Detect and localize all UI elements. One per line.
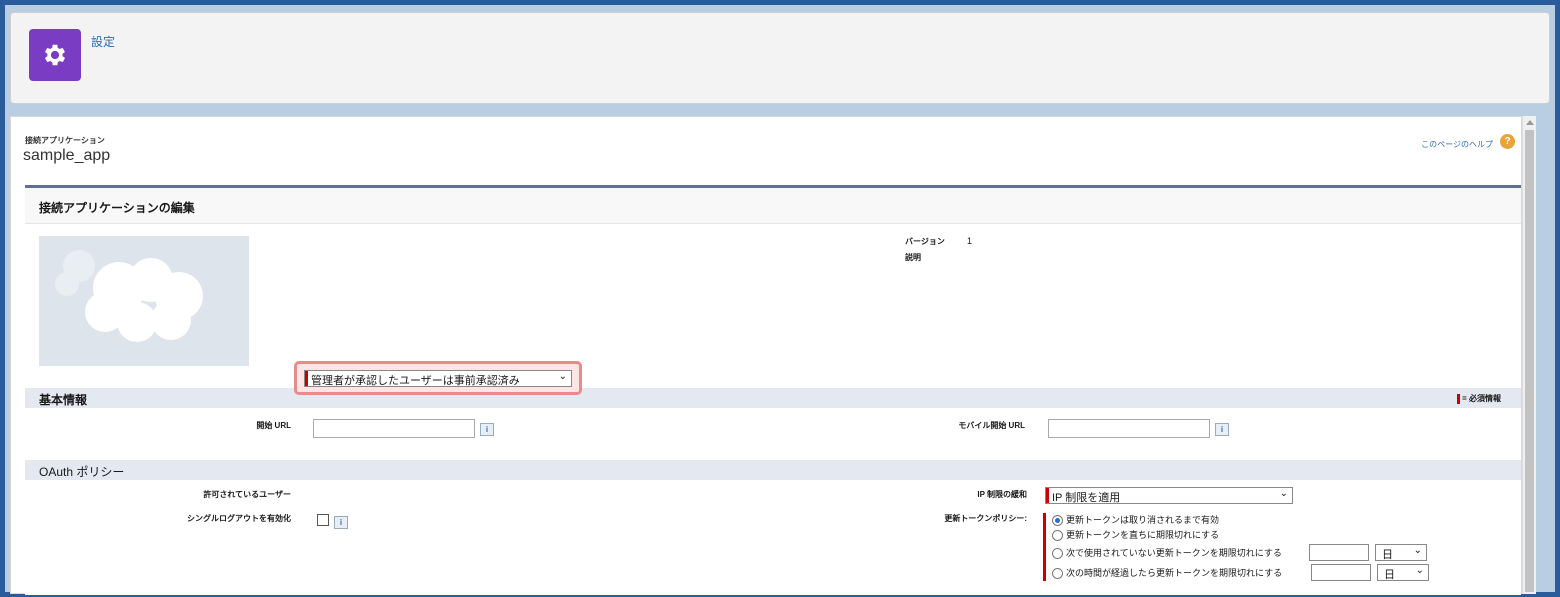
page-title: 設定 (91, 35, 116, 49)
mobile-start-url-info-icon[interactable]: i (1215, 423, 1229, 436)
ip-relax-select[interactable]: IP 制限を適用 ⌄ (1045, 487, 1293, 504)
oauth-policy-title: OAuth ポリシー (39, 465, 125, 479)
cloud-icon (55, 250, 203, 342)
mobile-start-url-label: モバイル開始 URL (958, 421, 1025, 430)
help-icon[interactable]: ? (1500, 134, 1515, 149)
scroll-up-icon[interactable] (1526, 120, 1534, 125)
single-logout-info-icon[interactable]: i (334, 516, 348, 529)
elapsed-time-number-input[interactable] (1311, 564, 1371, 581)
refresh-option-1[interactable]: 更新トークンは取り消されるまで有効 (1052, 513, 1219, 527)
breadcrumb: 接続アプリケーション (25, 136, 105, 145)
start-url-input[interactable] (313, 419, 475, 438)
chevron-down-icon: ⌄ (558, 371, 567, 382)
vertical-scrollbar[interactable] (1522, 116, 1536, 594)
radio-button[interactable] (1052, 568, 1063, 580)
chevron-down-icon: ⌄ (1413, 545, 1422, 556)
refresh-option-4[interactable]: 次の時間が経過したら更新トークンを期限切れにする (1052, 566, 1282, 580)
description-label: 説明 (905, 253, 921, 262)
gear-icon (29, 29, 81, 81)
scroll-thumb[interactable] (1525, 130, 1534, 592)
basic-info-section: 基本情報 = 必須情報 (25, 388, 1521, 408)
edit-panel-title: 接続アプリケーションの編集 (25, 188, 1521, 224)
radio-button[interactable] (1052, 548, 1063, 560)
refresh-option-2[interactable]: 更新トークンを直ちに期限切れにする (1052, 528, 1219, 542)
basic-info-title: 基本情報 (39, 393, 88, 407)
edit-panel: 接続アプリケーションの編集 バージョン 1 説明 基本情報 = 必須情報 開始 … (25, 185, 1521, 595)
radio-button[interactable] (1052, 530, 1063, 542)
version-value: 1 (967, 236, 973, 246)
unused-token-unit-select[interactable]: 日 ⌄ (1375, 544, 1427, 561)
help-link[interactable]: このページのヘルプ (1421, 139, 1493, 150)
unused-token-number-input[interactable] (1309, 544, 1369, 561)
version-label: バージョン (905, 237, 945, 246)
refresh-policy-label: 更新トークンポリシー: (944, 514, 1027, 523)
single-logout-checkbox[interactable] (317, 514, 329, 526)
required-indicator (1043, 513, 1046, 581)
oauth-policy-section: OAuth ポリシー (25, 460, 1521, 480)
start-url-info-icon[interactable]: i (480, 423, 494, 436)
elapsed-time-unit-select[interactable]: 日 ⌄ (1377, 564, 1429, 581)
permitted-users-select[interactable]: 管理者が承認したユーザーは事前承認済み ⌄ (304, 370, 572, 387)
setup-header: 設定 (10, 12, 1550, 104)
chevron-down-icon: ⌄ (1415, 565, 1424, 576)
start-url-label: 開始 URL (256, 421, 291, 430)
main-page: 接続アプリケーション sample_app このページのヘルプ ? 接続アプリケ… (10, 116, 1522, 595)
mobile-start-url-input[interactable] (1048, 419, 1210, 438)
app-logo-placeholder (39, 236, 249, 366)
permitted-users-label: 許可されているユーザー (203, 490, 291, 499)
chevron-down-icon: ⌄ (1279, 488, 1288, 499)
refresh-option-3[interactable]: 次で使用されていない更新トークンを期限切れにする (1052, 546, 1282, 560)
required-legend: = 必須情報 (1457, 393, 1501, 404)
single-logout-label: シングルログアウトを有効化 (187, 514, 291, 523)
ip-relax-label: IP 制限の緩和 (977, 490, 1027, 499)
app-name: sample_app (23, 147, 111, 164)
radio-button[interactable] (1052, 515, 1063, 527)
